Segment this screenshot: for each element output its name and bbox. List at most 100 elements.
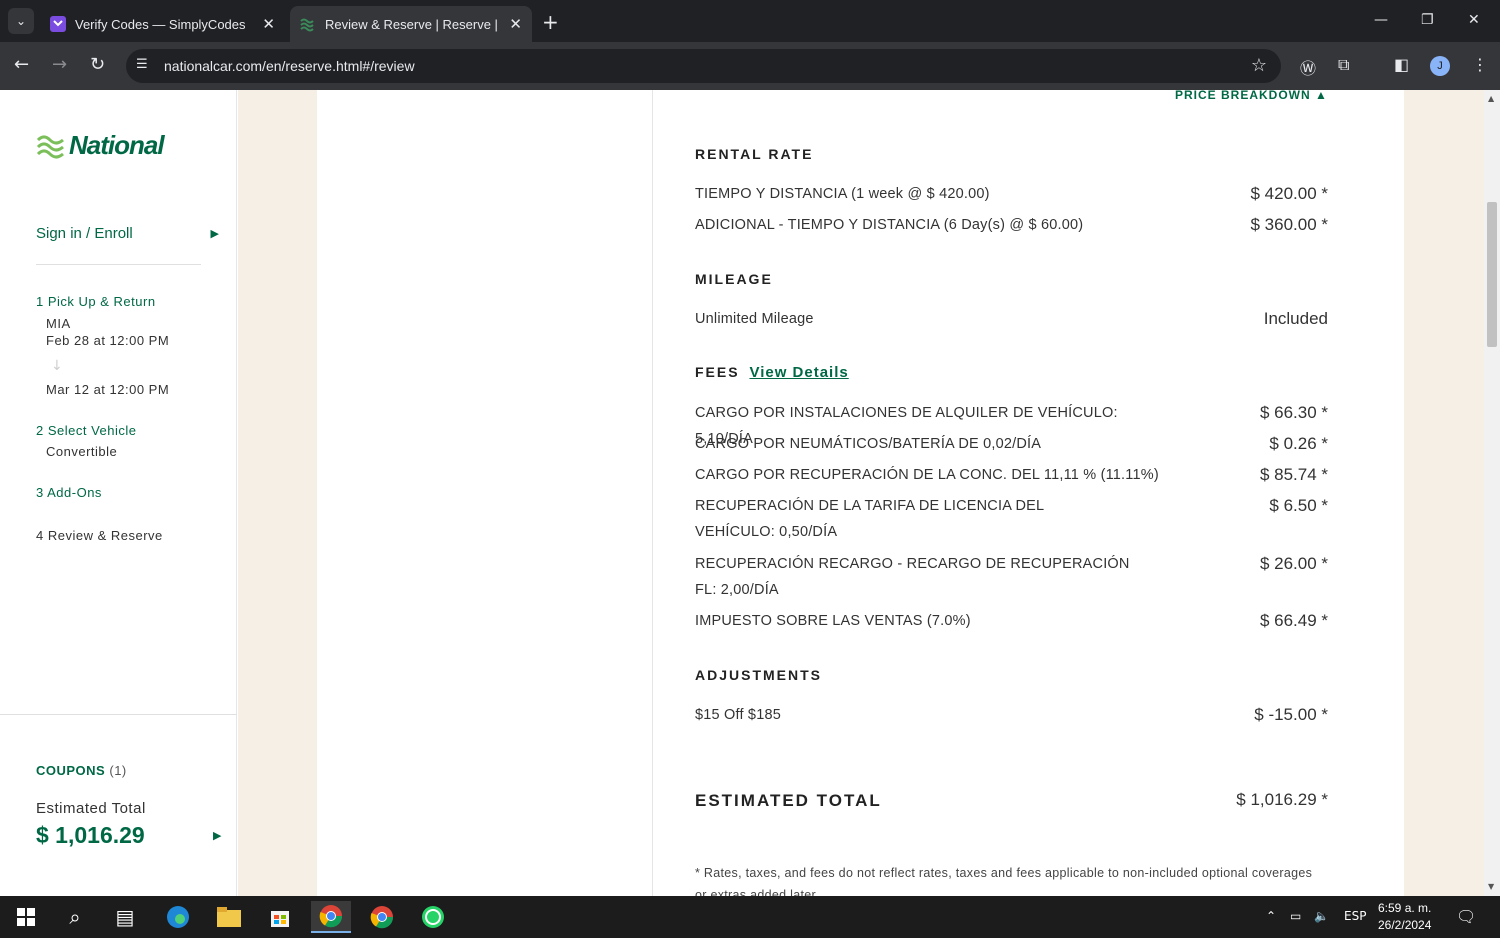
back-icon[interactable]: ← — [14, 54, 29, 75]
step-select-vehicle[interactable]: 2 Select Vehicle — [36, 423, 137, 438]
line-item-amount: $ 360.00 * — [1250, 215, 1328, 234]
line-item-amount: $ 420.00 * — [1250, 184, 1328, 203]
windows-start-icon[interactable] — [6, 901, 46, 933]
input-language[interactable]: ESP — [1344, 909, 1366, 923]
step-detail-return-date: Mar 12 at 12:00 PM — [46, 382, 170, 397]
estimated-total-amount: $ 1,016.29 * — [1236, 790, 1328, 809]
logo-text: National — [69, 130, 165, 160]
price-breakdown-label: PRICE BREAKDOWN — [1175, 90, 1311, 102]
step-add-ons[interactable]: 3 Add-Ons — [36, 485, 102, 500]
mileage-heading: MILEAGE — [695, 271, 773, 287]
tray-expand-icon[interactable]: ⌃ — [1266, 909, 1276, 923]
coupons-label: COUPONS — [36, 763, 106, 778]
arrow-down-icon: ↓ — [51, 358, 63, 374]
estimated-total-label: Estimated Total — [36, 800, 146, 817]
line-item-label: RECUPERACIÓN DE LA TARIFA DE LICENCIA DE… — [695, 498, 1044, 540]
edge-browser-icon[interactable] — [158, 901, 198, 933]
close-tab-icon[interactable]: ✕ — [262, 15, 275, 33]
estimated-total-value[interactable]: $ 1,016.29 — [36, 822, 145, 849]
profile-avatar[interactable]: J — [1430, 56, 1450, 76]
reservation-sidebar: National Sign in / Enroll ▶ 1 Pick Up & … — [0, 90, 237, 896]
line-item-label: RECUPERACIÓN RECARGO - RECARGO DE RECUPE… — [695, 556, 1130, 598]
signin-label: Sign in / Enroll — [36, 225, 133, 242]
chrome-profile-icon[interactable] — [362, 901, 402, 933]
coupons-count: (1) — [109, 763, 127, 778]
close-tab-icon[interactable]: ✕ — [509, 15, 522, 33]
line-item-amount: $ 66.49 * — [1259, 611, 1328, 630]
forward-icon[interactable]: → — [52, 54, 67, 75]
line-item-amount: Included — [1263, 309, 1328, 328]
bookmark-star-icon[interactable]: ☆ — [1251, 55, 1267, 76]
step-review-reserve: 4 Review & Reserve — [36, 528, 163, 543]
tab-national[interactable]: Review & Reserve | Reserve | National ✕ — [290, 6, 532, 42]
clock-time: 6:59 a. m. — [1378, 901, 1432, 915]
national-favicon-icon — [300, 18, 314, 32]
view-details-link[interactable]: View Details — [749, 364, 848, 381]
tab-simplycodes[interactable]: Verify Codes — SimplyCodes ✕ — [40, 6, 285, 42]
national-logo[interactable]: National — [36, 130, 165, 161]
line-item-label: $15 Off $185 — [695, 707, 781, 723]
line-item-label: Unlimited Mileage — [695, 311, 814, 327]
page-scrollbar[interactable]: ▲ ▼ — [1484, 90, 1500, 896]
step-pickup-return[interactable]: 1 Pick Up & Return — [36, 294, 156, 309]
address-bar[interactable]: ☰ nationalcar.com/en/reserve.html#/revie… — [126, 49, 1281, 83]
line-item-label: ADICIONAL - TIEMPO Y DISTANCIA (6 Day(s)… — [695, 217, 1084, 233]
tab-title: Review & Reserve | Reserve | National — [325, 16, 501, 32]
page-background-right — [1404, 90, 1484, 896]
step-detail-vehicle: Convertible — [46, 444, 118, 459]
step-detail-pickup-date: Feb 28 at 12:00 PM — [46, 333, 170, 348]
new-tab-button[interactable]: + — [542, 10, 559, 34]
extension-w-icon[interactable]: Ⓦ — [1300, 55, 1316, 79]
signin-enroll-link[interactable]: Sign in / Enroll ▶ — [36, 225, 219, 242]
coupons-link[interactable]: COUPONS (1) — [36, 763, 127, 778]
menu-kebab-icon[interactable]: ⋮ — [1472, 55, 1488, 74]
line-item-label: CARGO POR NEUMÁTICOS/BATERÍA DE 0,02/DÍA — [695, 436, 1042, 452]
minimize-icon[interactable]: — — [1374, 12, 1388, 28]
browser-tab-bar: ⌄ Verify Codes — SimplyCodes ✕ Review & … — [0, 0, 1500, 42]
chrome-icon[interactable] — [311, 901, 351, 933]
clock-date: 26/2/2024 — [1378, 918, 1432, 932]
caret-right-icon[interactable]: ▶ — [213, 829, 221, 842]
close-window-icon[interactable]: ✕ — [1468, 12, 1480, 28]
national-logo-mark-icon — [36, 135, 64, 158]
network-icon[interactable]: ▭ — [1290, 909, 1301, 923]
line-item-amount: $ 85.74 * — [1259, 465, 1328, 484]
line-item-amount: $ 66.30 * — [1259, 403, 1328, 422]
windows-taskbar: ⌕ ▤ ⌃ ▭ 🔈 ESP 6:59 a. m. 26/2/2024 🗨 — [0, 896, 1500, 938]
price-breakdown-toggle[interactable]: PRICE BREAKDOWN ▲ — [1175, 90, 1328, 102]
line-item-label: CARGO POR RECUPERACIÓN DE LA CONC. DEL 1… — [695, 467, 1159, 483]
divider — [36, 264, 201, 265]
system-clock[interactable]: 6:59 a. m. 26/2/2024 — [1378, 900, 1431, 934]
tab-search-button[interactable]: ⌄ — [8, 8, 34, 34]
caret-right-icon: ▶ — [210, 228, 219, 240]
extensions-puzzle-icon[interactable]: ⧉ — [1338, 55, 1349, 75]
page-viewport: National Sign in / Enroll ▶ 1 Pick Up & … — [0, 90, 1500, 896]
scroll-up-icon[interactable]: ▲ — [1488, 94, 1494, 103]
scrollbar-thumb[interactable] — [1487, 202, 1497, 347]
divider — [0, 714, 237, 715]
caret-up-icon: ▲ — [1315, 90, 1328, 102]
notification-center-icon[interactable]: 🗨 — [1456, 907, 1476, 926]
site-info-icon[interactable]: ☰ — [136, 57, 148, 72]
reload-icon[interactable]: ↻ — [90, 54, 105, 75]
line-item-amount: $ -15.00 * — [1254, 705, 1328, 724]
side-panel-icon[interactable]: ◧ — [1394, 55, 1409, 74]
scroll-down-icon[interactable]: ▼ — [1488, 882, 1494, 891]
restore-icon[interactable]: ❐ — [1421, 12, 1434, 28]
microsoft-store-icon[interactable] — [260, 901, 300, 933]
line-item-label: IMPUESTO SOBRE LAS VENTAS (7.0%) — [695, 613, 971, 629]
simplycodes-favicon-icon — [50, 16, 66, 32]
whatsapp-icon[interactable] — [413, 901, 453, 933]
line-item-amount: $ 26.00 * — [1259, 554, 1328, 573]
file-explorer-icon[interactable] — [209, 901, 249, 933]
adjustments-heading: ADJUSTMENTS — [695, 667, 823, 683]
volume-icon[interactable]: 🔈 — [1314, 909, 1329, 923]
task-view-icon[interactable]: ▤ — [105, 901, 145, 933]
tab-title: Verify Codes — SimplyCodes — [75, 16, 246, 32]
rental-rate-heading: RENTAL RATE — [695, 146, 814, 162]
page-background-left — [238, 90, 317, 896]
url-text[interactable]: nationalcar.com/en/reserve.html#/review — [164, 58, 415, 74]
fees-heading-row: FEES View Details — [695, 364, 849, 381]
fees-heading: FEES — [695, 364, 740, 380]
search-icon[interactable]: ⌕ — [55, 901, 95, 933]
